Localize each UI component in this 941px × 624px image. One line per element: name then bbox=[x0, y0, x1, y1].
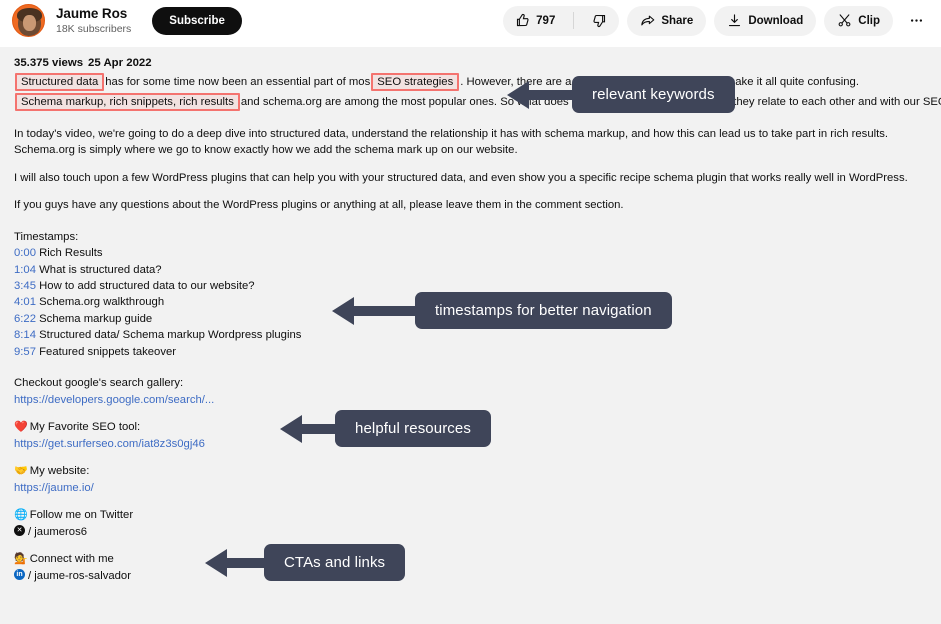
timestamp-title: What is structured data? bbox=[39, 263, 162, 276]
action-divider bbox=[573, 12, 575, 29]
like-dislike-group: 797 bbox=[503, 5, 620, 36]
timestamp-title: Rich Results bbox=[39, 247, 103, 260]
timestamp-time[interactable]: 8:14 bbox=[14, 329, 36, 341]
linkedin-handle[interactable]: / jaume-ros-salvador bbox=[28, 570, 131, 582]
annotation-helpful-resources: helpful resources bbox=[335, 410, 491, 447]
linkedin-label: Connect with me bbox=[29, 553, 114, 566]
handshake-icon: 🤝 bbox=[14, 465, 28, 478]
annotation-arrow-ctas bbox=[205, 549, 271, 577]
thumbs-down-icon bbox=[593, 14, 606, 28]
social-handle-linkedin[interactable]: / jaume-ros-salvador bbox=[14, 568, 927, 584]
like-button[interactable]: 797 bbox=[503, 6, 567, 36]
annotation-ctas-and-links: CTAs and links bbox=[264, 544, 406, 581]
youtube-video-page: Jaume Ros 18K subscribers Subscribe 797 bbox=[0, 0, 941, 624]
clip-label: Clip bbox=[858, 14, 880, 27]
highlight-seo-strategies: SEO strategies bbox=[371, 72, 460, 91]
timestamp-row[interactable]: 9:57 Featured snippets takeover bbox=[14, 344, 927, 360]
share-label: Share bbox=[661, 14, 694, 27]
x-icon bbox=[14, 524, 25, 536]
timestamp-time[interactable]: 9:57 bbox=[14, 346, 36, 358]
like-count: 797 bbox=[536, 14, 556, 27]
timestamp-time[interactable]: 6:22 bbox=[14, 313, 36, 325]
paragraph-2: I will also touch upon a few WordPress p… bbox=[14, 171, 908, 184]
highlight-schema-markup: Schema markup, rich snippets, rich resul… bbox=[15, 93, 240, 112]
timestamp-title: Schema.org walkthrough bbox=[39, 296, 165, 309]
resource-link-website[interactable]: https://jaume.io/ bbox=[14, 480, 927, 496]
download-button[interactable]: Download bbox=[714, 5, 817, 36]
thumbs-up-icon bbox=[517, 13, 529, 27]
person-icon: 💁 bbox=[14, 553, 28, 566]
view-count: 35.375 views bbox=[14, 57, 84, 69]
social-label-linkedin: 💁 Connect with me bbox=[14, 551, 927, 567]
resource-label-website: 🤝 My website: bbox=[14, 463, 927, 479]
red-heart-icon: ❤️ bbox=[14, 421, 28, 434]
timestamp-time[interactable]: 4:01 bbox=[14, 296, 36, 308]
video-description[interactable]: 35.375 views 25 Apr 2022 Structured data h… bbox=[0, 47, 941, 624]
resource-label-google: Checkout google's search gallery: bbox=[14, 377, 184, 390]
website-label: My website: bbox=[29, 465, 90, 478]
twitter-handle[interactable]: / jaumeros6 bbox=[28, 526, 87, 538]
download-label: Download bbox=[748, 14, 804, 27]
video-actions: 797 Share Download Clip bbox=[503, 5, 931, 36]
annotation-arrow-timestamps bbox=[332, 297, 420, 325]
resource-link-google[interactable]: https://developers.google.com/search/... bbox=[14, 392, 927, 408]
paragraph-3: If you guys have any questions about the… bbox=[14, 199, 624, 212]
subscriber-count: 18K subscribers bbox=[56, 22, 132, 35]
timestamp-time[interactable]: 0:00 bbox=[14, 247, 36, 259]
video-meta: 35.375 views 25 Apr 2022 bbox=[14, 55, 927, 72]
intro-paragraph-2: Schema markup, rich snippets, rich resul… bbox=[14, 93, 941, 112]
timestamp-title: Schema markup guide bbox=[39, 312, 153, 325]
timestamp-time[interactable]: 3:45 bbox=[14, 280, 36, 292]
share-icon bbox=[641, 15, 655, 26]
dislike-button[interactable] bbox=[580, 6, 619, 36]
timestamp-time[interactable]: 1:04 bbox=[14, 264, 36, 276]
twitter-label: Follow me on Twitter bbox=[29, 509, 134, 522]
channel-action-bar: Jaume Ros 18K subscribers Subscribe 797 bbox=[0, 0, 941, 41]
annotation-arrow-resources bbox=[280, 415, 340, 443]
timestamp-row[interactable]: 8:14 Structured data/ Schema markup Word… bbox=[14, 327, 927, 343]
social-handle-twitter[interactable]: / jaumeros6 bbox=[14, 524, 927, 540]
timestamp-title: Featured snippets takeover bbox=[39, 345, 177, 358]
channel-info[interactable]: Jaume Ros 18K subscribers bbox=[12, 4, 131, 37]
seo-tool-label: My Favorite SEO tool: bbox=[29, 421, 141, 434]
surferseo-link[interactable]: https://get.surferseo.com/iat8z3s0gj46 bbox=[14, 438, 205, 450]
download-icon bbox=[729, 14, 741, 27]
clip-button[interactable]: Clip bbox=[824, 5, 893, 36]
avatar[interactable] bbox=[12, 4, 45, 37]
annotation-relevant-keywords: relevant keywords bbox=[572, 76, 735, 113]
publish-date: 25 Apr 2022 bbox=[88, 57, 152, 69]
globe-icon: 🌐 bbox=[14, 509, 28, 522]
more-actions-button[interactable] bbox=[901, 6, 931, 36]
scissors-icon bbox=[838, 14, 851, 27]
google-search-gallery-link[interactable]: https://developers.google.com/search/... bbox=[14, 394, 214, 406]
social-label-twitter: 🌐 Follow me on Twitter bbox=[14, 507, 927, 523]
timestamp-row[interactable]: 0:00 Rich Results bbox=[14, 245, 927, 261]
annotation-timestamps: timestamps for better navigation bbox=[415, 292, 672, 329]
paragraph-1-line-2: Schema.org is simply where we go to know… bbox=[14, 144, 518, 157]
ellipsis-icon bbox=[910, 19, 922, 22]
share-button[interactable]: Share bbox=[627, 5, 707, 36]
timestamp-row[interactable]: 1:04 What is structured data? bbox=[14, 262, 927, 278]
paragraph-1-line-1: In today's video, we're going to do a de… bbox=[14, 127, 889, 140]
intro-text-1: has for some time now been an essential … bbox=[105, 75, 371, 88]
timestamp-title: How to add structured data to our websit… bbox=[39, 280, 255, 292]
intro-paragraph-1: Structured data has for some time now bee… bbox=[14, 72, 927, 91]
highlight-structured-data: Structured data bbox=[15, 72, 105, 91]
timestamps-heading: Timestamps: bbox=[14, 230, 79, 243]
channel-name[interactable]: Jaume Ros bbox=[56, 6, 131, 22]
subscribe-button[interactable]: Subscribe bbox=[152, 6, 242, 35]
linkedin-icon bbox=[14, 568, 25, 580]
personal-website-link[interactable]: https://jaume.io/ bbox=[14, 482, 94, 494]
timestamp-title: Structured data/ Schema markup Wordpress… bbox=[39, 329, 302, 342]
